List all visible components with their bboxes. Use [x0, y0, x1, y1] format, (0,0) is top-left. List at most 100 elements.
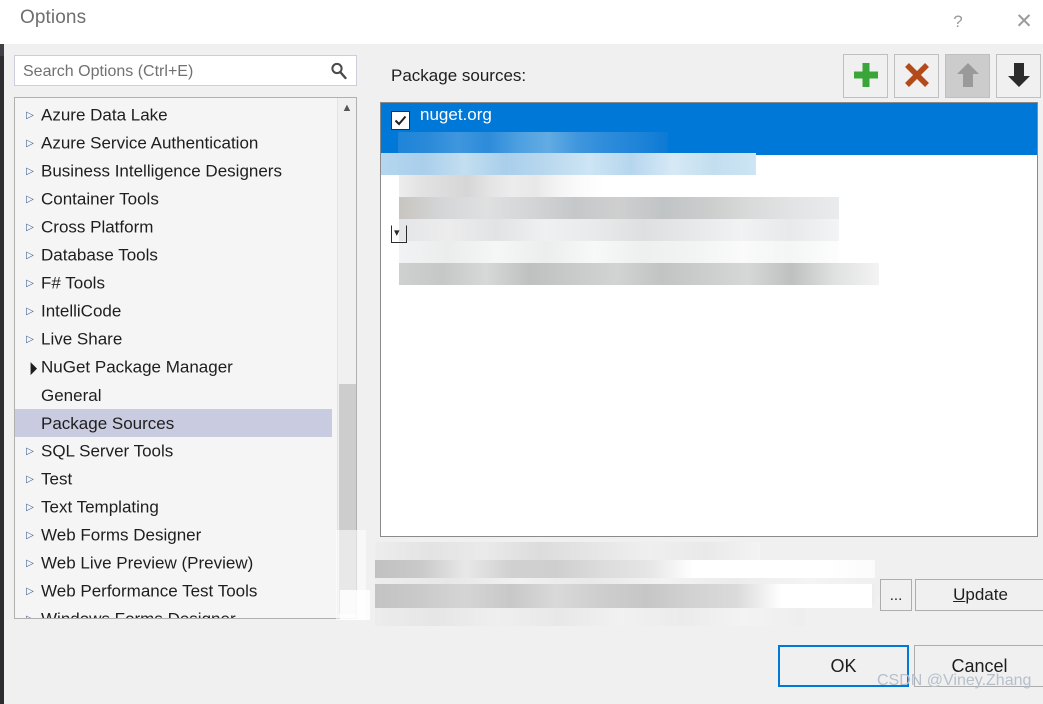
tree-item-business-intelligence-designers[interactable]: ▷ Business Intelligence Designers [15, 157, 337, 185]
tree-item-label: Web Forms Designer [41, 525, 202, 545]
tree-item-label: Cross Platform [41, 217, 154, 237]
tree-item-label: Package Sources [41, 413, 175, 433]
tree-item-general[interactable]: General [15, 381, 337, 409]
tree-item-label: Test [41, 469, 73, 489]
cancel-button[interactable]: Cancel [914, 645, 1043, 687]
ok-button[interactable]: OK [778, 645, 909, 687]
plus-icon [853, 62, 878, 87]
tree-item-label: Web Live Preview (Preview) [41, 553, 254, 573]
redacted-block [375, 608, 805, 626]
help-button[interactable]: ? [935, 0, 981, 44]
tree-item-label: SQL Server Tools [41, 441, 174, 461]
tree-item-label: Text Templating [41, 497, 159, 517]
package-source-name: nuget.org [420, 105, 492, 124]
redacted-block [399, 263, 879, 285]
tree-item-label: Azure Service Authentication [41, 133, 259, 153]
tree-item-azure-data-lake[interactable]: ▷ Azure Data Lake [15, 101, 337, 129]
tree-item-cross-platform[interactable]: ▷ Cross Platform [15, 213, 337, 241]
tree-item-text-templating[interactable]: ▷ Text Templating [15, 493, 337, 521]
tree-item-label: Web Performance Test Tools [41, 581, 258, 601]
remove-source-button[interactable] [894, 54, 939, 98]
tree-item-web-forms-designer[interactable]: ▷ Web Forms Designer [15, 521, 337, 549]
package-sources-list[interactable]: nuget.org ▾ [380, 102, 1038, 537]
options-dialog: Options ? ✕ ▷Azure Data Lake▷Azure Servi… [0, 0, 1043, 704]
tree-item-label: Database Tools [41, 245, 158, 265]
triangle-right-icon[interactable]: ▷ [23, 130, 37, 158]
arrow-down-icon [1007, 62, 1030, 87]
window-left-edge-marker [0, 44, 4, 56]
redacted-block [375, 542, 760, 560]
checkmark-icon [394, 115, 407, 126]
browse-button[interactable]: ... [880, 579, 912, 611]
redacted-block [375, 584, 872, 608]
tree-item-package-sources[interactable]: Package Sources [15, 409, 332, 437]
redacted-block [398, 132, 668, 154]
tree-item-label: Windows Forms Designer [41, 610, 236, 618]
tree-item-windows-forms-designer[interactable]: ▷ Windows Forms Designer [15, 605, 337, 618]
tree-item-sql-server-tools[interactable]: ▷ SQL Server Tools [15, 437, 337, 465]
triangle-right-icon[interactable]: ▷ [23, 494, 37, 522]
search-icon [329, 61, 349, 81]
redacted-block [399, 197, 839, 219]
triangle-right-icon[interactable]: ▷ [23, 606, 37, 618]
window-overlay-artifact [340, 590, 370, 620]
triangle-right-icon[interactable]: ▷ [23, 158, 37, 186]
triangle-right-icon[interactable]: ▷ [23, 186, 37, 214]
triangle-right-icon[interactable]: ▷ [23, 102, 37, 130]
tree-item-live-share[interactable]: ▷ Live Share [15, 325, 337, 353]
tree-item-nuget-package-manager[interactable]: ◢ NuGet Package Manager [15, 353, 337, 381]
title-bar: Options ? ✕ [4, 0, 1043, 44]
tree-item-label: Container Tools [41, 189, 159, 209]
chevron-up-icon[interactable]: ▲ [338, 98, 356, 118]
triangle-right-icon[interactable]: ▷ [23, 326, 37, 354]
triangle-right-icon[interactable]: ▷ [23, 466, 37, 494]
tree-item-container-tools[interactable]: ▷ Container Tools [15, 185, 337, 213]
package-sources-label: Package sources: [391, 66, 527, 85]
tree-item-label: Live Share [41, 329, 123, 349]
redacted-block [399, 219, 839, 241]
window-left-edge [0, 0, 4, 704]
options-tree-list: ▷ Azure Data Lake ▷ Azure Service Authentic… [15, 98, 337, 618]
x-icon [904, 62, 929, 87]
move-down-button[interactable] [996, 54, 1041, 98]
package-source-row-selected[interactable]: nuget.org [381, 103, 1037, 155]
triangle-right-icon[interactable]: ▷ [23, 438, 37, 466]
tree-item-intellicode[interactable]: ▷ IntelliCode [15, 297, 337, 325]
tree-item-label: IntelliCode [41, 301, 122, 321]
chevron-down-icon: ▾ [394, 227, 400, 239]
arrow-up-icon [956, 62, 979, 87]
tree-item-label: NuGet Package Manager [41, 357, 233, 377]
triangle-right-icon[interactable]: ▷ [23, 578, 37, 606]
tree-item-azure-service-authentication[interactable]: ▷ Azure Service Authentication [15, 129, 337, 157]
tree-item-label: Business Intelligence Designers [41, 161, 282, 181]
page-title: Options [20, 7, 87, 28]
triangle-right-icon[interactable]: ▷ [23, 298, 37, 326]
tree-item-label: Azure Data Lake [41, 105, 168, 125]
redacted-block [381, 153, 756, 175]
update-label-rest: pdate [965, 585, 1008, 604]
search-input[interactable] [21, 56, 325, 87]
redacted-block [375, 560, 875, 578]
close-button[interactable]: ✕ [1001, 0, 1043, 44]
add-source-button[interactable] [843, 54, 888, 98]
tree-item-f-tools[interactable]: ▷ F# Tools [15, 269, 337, 297]
redacted-block [399, 241, 839, 263]
triangle-right-icon[interactable]: ▷ [23, 522, 37, 550]
package-source-checkbox[interactable] [391, 111, 410, 130]
move-up-button[interactable] [945, 54, 990, 98]
options-tree[interactable]: ▷ Azure Data Lake ▷ Azure Service Authentic… [14, 97, 357, 619]
tree-item-label: General [41, 385, 102, 405]
tree-item-database-tools[interactable]: ▷ Database Tools [15, 241, 337, 269]
tree-item-test[interactable]: ▷ Test [15, 465, 337, 493]
redacted-block [399, 175, 604, 197]
triangle-right-icon[interactable]: ▷ [23, 270, 37, 298]
tree-item-web-performance-test-tools[interactable]: ▷ Web Performance Test Tools [15, 577, 337, 605]
tree-item-label: F# Tools [41, 273, 105, 293]
triangle-right-icon[interactable]: ▷ [23, 242, 37, 270]
triangle-right-icon[interactable]: ▷ [23, 214, 37, 242]
search-box[interactable] [14, 55, 357, 87]
triangle-right-icon[interactable]: ▷ [23, 550, 37, 578]
tree-item-web-live-preview-preview[interactable]: ▷ Web Live Preview (Preview) [15, 549, 337, 577]
update-accel-letter: U [953, 585, 966, 604]
update-button[interactable]: Update [915, 579, 1043, 611]
